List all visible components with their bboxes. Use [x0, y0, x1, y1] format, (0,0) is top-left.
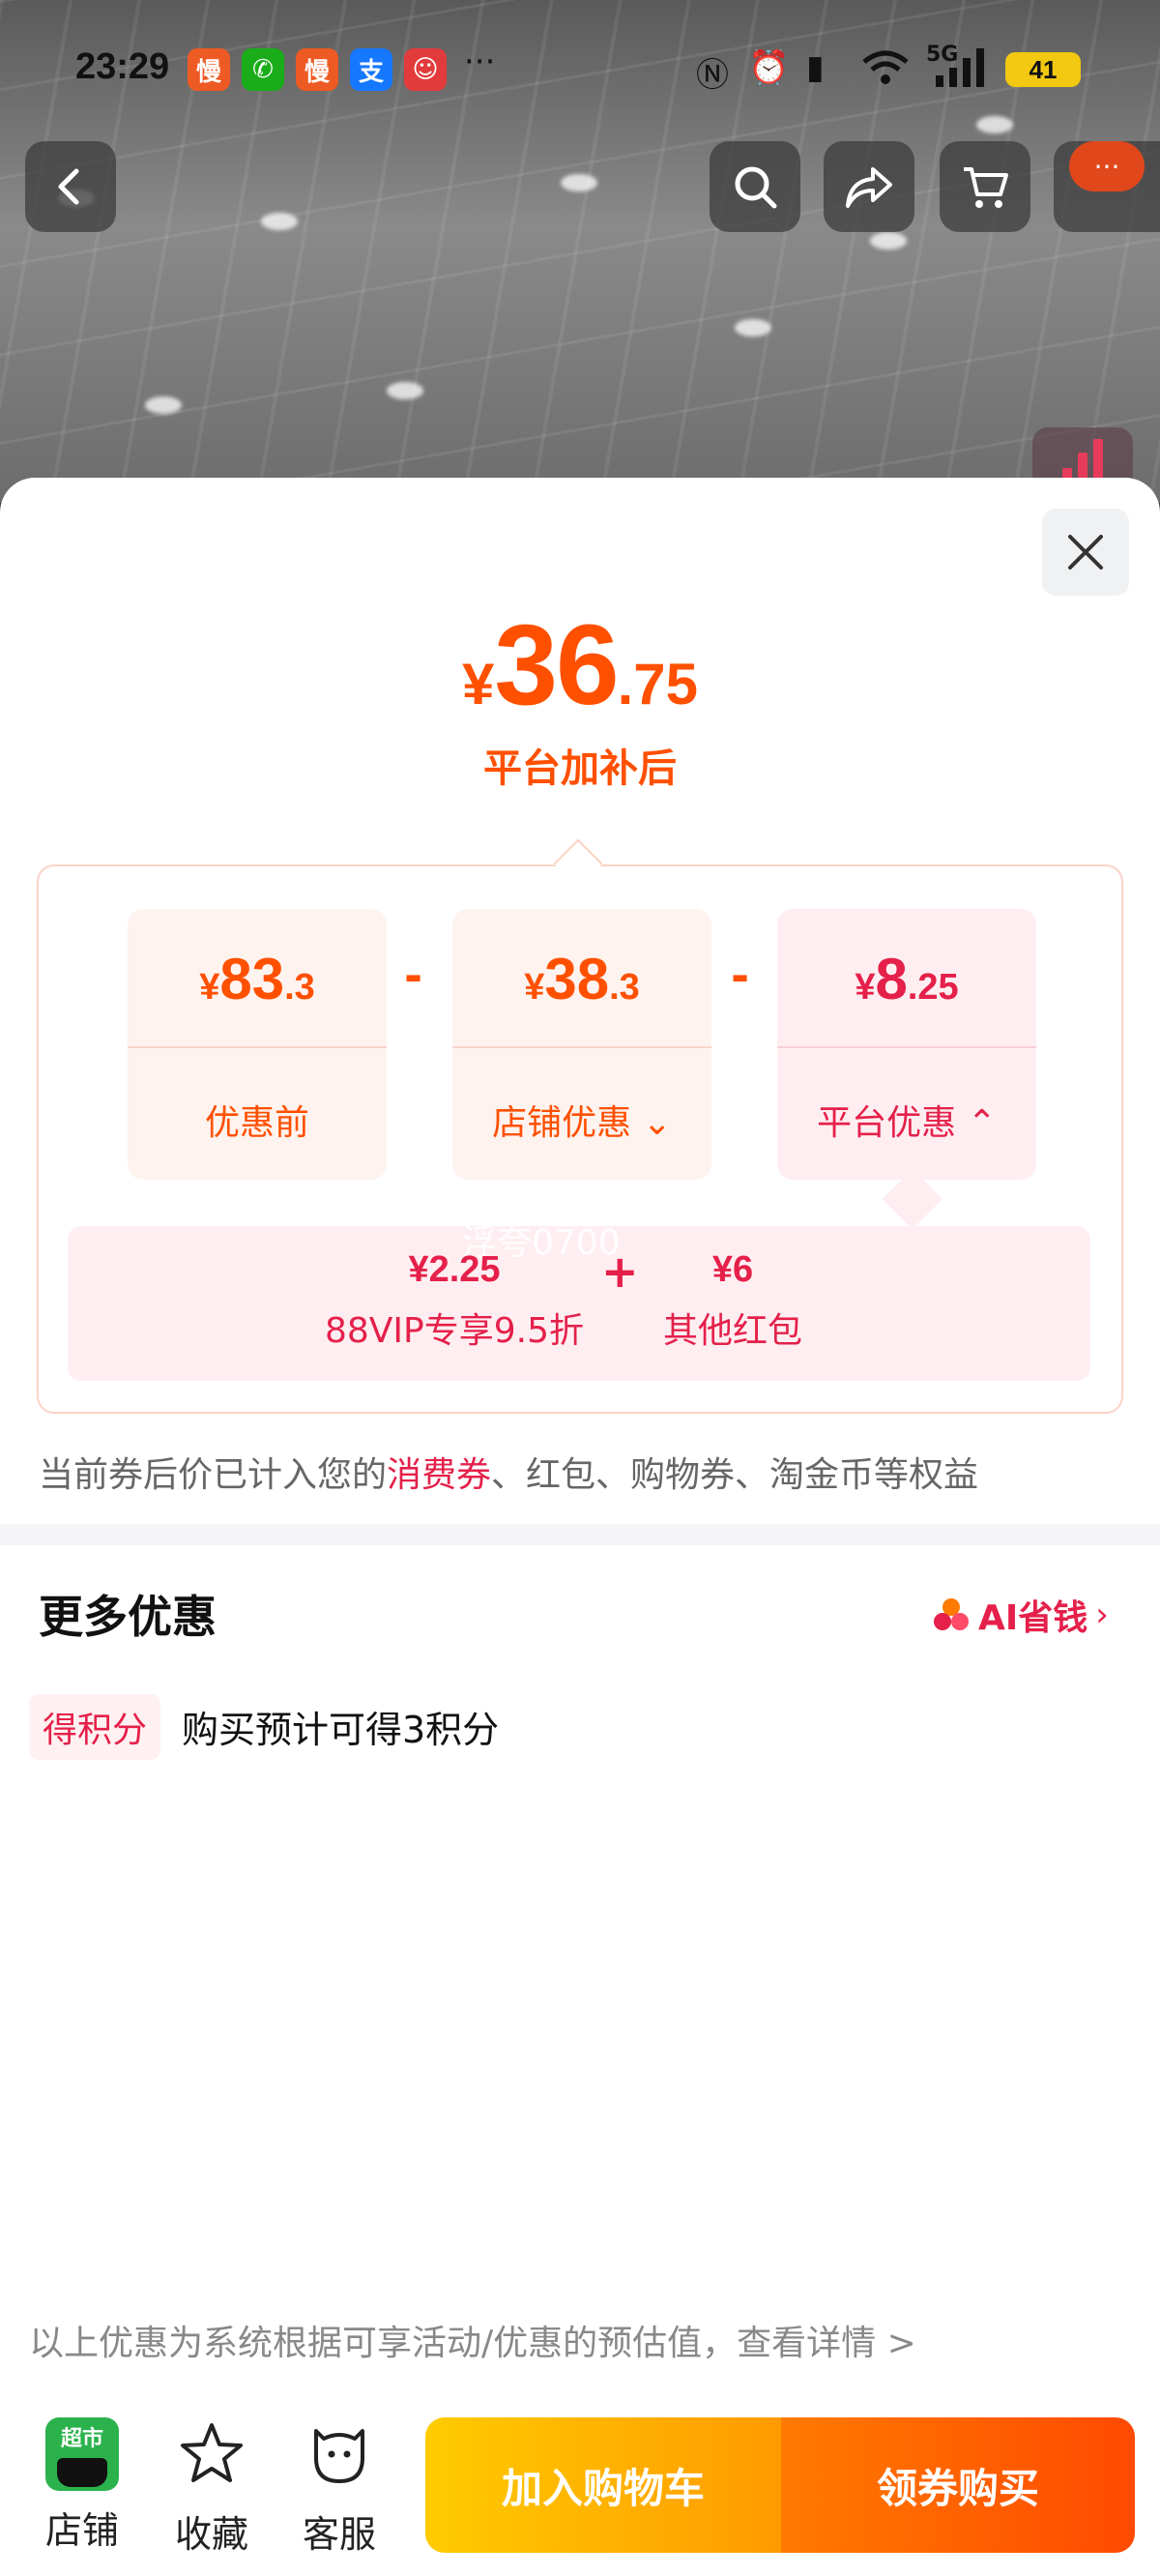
platform-discount-value: ¥8.25	[855, 947, 959, 1011]
signal-icon	[934, 48, 992, 96]
platform-discount-label: 平台优惠 ⌃	[817, 1103, 997, 1143]
close-icon	[1068, 535, 1103, 570]
original-price-label: 优惠前	[204, 1103, 309, 1143]
minus-sign: -	[404, 950, 423, 1002]
tmall-supermarket-logo: 超市	[45, 2417, 119, 2491]
chevron-up-icon: ⌃	[967, 1103, 997, 1143]
shop-button[interactable]: 超市 店铺	[29, 2417, 135, 2554]
share-button[interactable]	[824, 141, 914, 232]
vip-discount-desc: 88VIP专享9.5折	[324, 1311, 584, 1351]
cart-icon	[964, 167, 1008, 208]
store-discount-label: 店铺优惠 ⌄	[492, 1103, 672, 1143]
red-packet-item: ¥6 其他红包	[646, 1249, 820, 1353]
price-currency: ¥	[461, 652, 495, 717]
share-icon	[846, 167, 892, 208]
vibrate-icon: ▮	[806, 48, 825, 87]
back-arrow-icon	[58, 168, 79, 205]
wifi-icon	[860, 48, 911, 96]
price-caption: 平台加补后	[483, 746, 677, 791]
vip-discount-amount: ¥2.25	[408, 1249, 501, 1290]
close-button[interactable]	[1042, 509, 1129, 596]
star-icon	[181, 2423, 243, 2482]
section-divider	[0, 1524, 1160, 1545]
back-button[interactable]	[25, 141, 116, 232]
alarm-icon: ⏰	[748, 48, 790, 87]
red-packet-amount: ¥6	[711, 1249, 754, 1290]
store-discount-card[interactable]: ¥38.3 店铺优惠 ⌄	[452, 909, 711, 1180]
manman-app-icon: 慢	[188, 48, 230, 91]
clown-app-icon: ☺	[404, 48, 447, 91]
favorite-button[interactable]: 收藏	[159, 2417, 265, 2558]
search-button[interactable]	[710, 141, 800, 232]
chevron-down-icon: ⌄	[642, 1103, 672, 1143]
disclaimer-link[interactable]: 以上优惠为系统根据可享活动/优惠的预估值，查看详情 >	[29, 2315, 916, 2365]
points-text: 购买预计可得3积分	[182, 1709, 500, 1751]
ai-logo-icon	[934, 1598, 969, 1630]
more-offers-title: 更多优惠	[39, 1591, 217, 1643]
final-price: ¥36.75	[0, 600, 1160, 731]
minus-sign-2: -	[731, 950, 750, 1002]
chevron-right-icon: ›	[1095, 1595, 1109, 1634]
store-discount-value: ¥38.3	[524, 947, 640, 1011]
cart-button[interactable]	[940, 141, 1030, 232]
platform-discount-card[interactable]: ¥8.25 平台优惠 ⌃	[777, 909, 1036, 1180]
battery-indicator: 41	[1005, 52, 1081, 87]
red-packet-desc: 其他红包	[662, 1311, 802, 1351]
favorite-label: 收藏	[174, 2513, 248, 2556]
points-tag: 得积分	[29, 1694, 161, 1760]
customer-service-label: 客服	[302, 2513, 376, 2556]
consumer-coupon-link[interactable]: 消费券	[387, 1455, 491, 1495]
plus-sign: +	[601, 1245, 639, 1298]
shop-label: 店铺	[44, 2509, 119, 2552]
add-to-cart-button[interactable]: 加入购物车	[425, 2417, 781, 2553]
manman-app-icon-2: 慢	[296, 48, 338, 91]
price-note: 当前券后价已计入您的消费券、红包、购物券、淘金币等权益	[39, 1455, 979, 1495]
original-price-value: ¥83.3	[199, 947, 315, 1011]
more-menu-badge[interactable]: ···	[1069, 141, 1145, 191]
alipay-icon: 支	[350, 48, 392, 91]
customer-service-button[interactable]: 客服	[286, 2417, 392, 2558]
search-icon	[735, 166, 777, 209]
customer-service-icon	[314, 2429, 364, 2483]
status-more-icon: ···	[464, 43, 496, 81]
price-integer: 36	[494, 601, 619, 729]
status-time: 23:29	[75, 46, 170, 87]
ai-save-link[interactable]: AI省钱 ›	[932, 1590, 1109, 1640]
wechat-icon: ✆	[242, 48, 284, 91]
status-bar: 23:29 慢 ✆ 慢 支 ☺ ··· Ⓝ ⏰ ▮ 5G 41	[0, 0, 1160, 145]
price-decimal: .75	[617, 652, 699, 717]
buy-with-coupon-button[interactable]: 领券购买	[781, 2417, 1135, 2553]
vip-discount-item: ¥2.25 88VIP专享9.5折	[309, 1249, 599, 1353]
original-price-card: ¥83.3 优惠前	[128, 909, 387, 1180]
nfc-icon: Ⓝ	[696, 56, 729, 95]
